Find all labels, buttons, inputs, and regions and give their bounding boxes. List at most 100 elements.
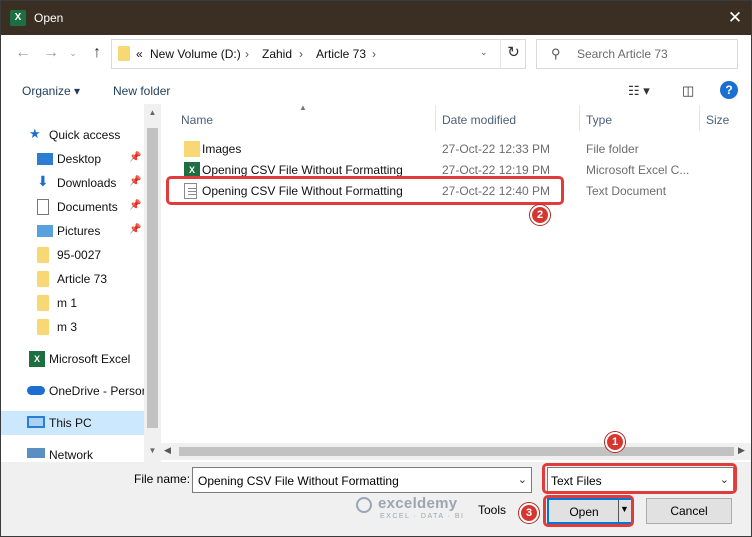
scroll-thumb[interactable] bbox=[179, 447, 734, 456]
nav-label: OneDrive - Persor bbox=[49, 384, 144, 398]
nav-onedrive[interactable]: OneDrive - Persor bbox=[1, 379, 144, 403]
close-icon[interactable]: ✕ bbox=[723, 6, 747, 30]
column-divider[interactable] bbox=[435, 105, 436, 131]
breadcrumb-separator: › bbox=[299, 47, 303, 61]
search-icon: ⚲ bbox=[551, 46, 561, 61]
highlight-text-file bbox=[166, 176, 564, 205]
search-placeholder: Search Article 73 bbox=[577, 47, 668, 61]
pictures-icon bbox=[37, 225, 53, 237]
scroll-down-icon[interactable]: ▼ bbox=[144, 446, 161, 455]
highlight-open bbox=[543, 495, 634, 527]
preview-pane-icon[interactable]: ◫ bbox=[682, 83, 694, 99]
nav-label: This PC bbox=[49, 416, 92, 430]
title-bar: X Open ✕ bbox=[1, 1, 751, 35]
nav-documents[interactable]: Documents 📌 bbox=[1, 195, 144, 219]
nav-microsoft-excel[interactable]: X Microsoft Excel bbox=[1, 347, 144, 371]
file-row[interactable]: Images 27-Oct-22 12:33 PM File folder bbox=[164, 138, 744, 159]
file-type: File folder bbox=[586, 142, 639, 156]
open-dialog: X Open ✕ ← → ⌄ ↑ « New Volume (D:) › Zah… bbox=[0, 0, 752, 537]
excel-app-icon: X bbox=[10, 10, 26, 26]
chevron-down-icon[interactable]: ⌄ bbox=[518, 473, 527, 486]
nav-label: Desktop bbox=[57, 152, 102, 166]
nav-label: Microsoft Excel bbox=[49, 352, 131, 366]
step-badge-2: 2 bbox=[530, 205, 550, 225]
column-header-date[interactable]: Date modified bbox=[442, 113, 516, 127]
folder-icon bbox=[118, 46, 130, 61]
pin-icon[interactable]: 📌 bbox=[129, 152, 141, 163]
nav-desktop[interactable]: Desktop 📌 bbox=[1, 147, 144, 171]
search-input[interactable]: ⚲ Search Article 73 bbox=[536, 39, 738, 69]
nav-folder-95-0027[interactable]: 95-0027 bbox=[1, 243, 144, 267]
file-name: Opening CSV File Without Formatting bbox=[202, 163, 403, 177]
nav-quick-access[interactable]: ★ Quick access bbox=[1, 123, 144, 147]
file-date: 27-Oct-22 12:33 PM bbox=[442, 142, 551, 156]
scroll-thumb[interactable] bbox=[147, 128, 158, 428]
nav-label: m 3 bbox=[57, 320, 78, 334]
nav-this-pc[interactable]: This PC bbox=[1, 411, 144, 435]
file-type: Text Document bbox=[586, 184, 667, 198]
refresh-icon[interactable]: ↻ bbox=[500, 39, 526, 69]
horizontal-scrollbar[interactable]: ◀ ▶ bbox=[161, 443, 751, 460]
column-header-name[interactable]: Name bbox=[181, 113, 213, 127]
organize-button[interactable]: Organize ▾ bbox=[22, 84, 80, 98]
nav-scrollbar[interactable]: ▲ ▼ bbox=[144, 104, 161, 462]
scroll-left-icon[interactable]: ◀ bbox=[164, 445, 171, 456]
breadcrumb-zahid[interactable]: Zahid bbox=[262, 47, 292, 61]
nav-folder-article-73[interactable]: Article 73 bbox=[1, 267, 144, 291]
star-icon: ★ bbox=[29, 126, 41, 141]
address-dropdown-icon[interactable]: ⌄ bbox=[480, 47, 488, 58]
onedrive-icon bbox=[27, 386, 45, 395]
file-type: Microsoft Excel C... bbox=[586, 163, 690, 177]
file-name: Images bbox=[202, 142, 242, 156]
pin-icon[interactable]: 📌 bbox=[129, 200, 141, 211]
nav-downloads[interactable]: ⬇ Downloads 📌 bbox=[1, 171, 144, 195]
column-header-type[interactable]: Type bbox=[586, 113, 612, 127]
cancel-button[interactable]: Cancel bbox=[646, 498, 732, 524]
nav-label: Network bbox=[49, 448, 94, 462]
recent-dropdown-icon[interactable]: ⌄ bbox=[63, 43, 83, 63]
up-arrow-icon[interactable]: ↑ bbox=[87, 43, 107, 63]
help-icon[interactable]: ? bbox=[720, 81, 738, 99]
desktop-icon bbox=[37, 153, 53, 165]
folder-icon bbox=[37, 271, 49, 287]
pc-icon bbox=[27, 416, 45, 428]
folder-icon bbox=[37, 247, 49, 263]
pin-icon[interactable]: 📌 bbox=[129, 176, 141, 187]
highlight-filter bbox=[542, 463, 737, 494]
nav-pictures[interactable]: Pictures 📌 bbox=[1, 219, 144, 243]
scroll-right-icon[interactable]: ▶ bbox=[738, 445, 745, 456]
nav-label: Pictures bbox=[57, 224, 101, 238]
file-name-input[interactable]: Opening CSV File Without Formatting ⌄ bbox=[192, 467, 532, 493]
file-name-label: File name: bbox=[134, 472, 191, 486]
folder-icon bbox=[37, 319, 49, 335]
breadcrumb-drive[interactable]: New Volume (D:) bbox=[150, 47, 241, 61]
nav-label: Article 73 bbox=[57, 272, 108, 286]
forward-arrow-icon[interactable]: → bbox=[41, 43, 61, 63]
nav-label: Documents bbox=[57, 200, 118, 214]
nav-folder-m3[interactable]: m 3 bbox=[1, 315, 144, 339]
documents-icon bbox=[37, 199, 49, 215]
back-arrow-icon[interactable]: ← bbox=[13, 43, 33, 63]
nav-folder-m1[interactable]: m 1 bbox=[1, 291, 144, 315]
scroll-up-icon[interactable]: ▲ bbox=[144, 108, 161, 117]
breadcrumb-overflow[interactable]: « bbox=[136, 47, 143, 61]
download-icon: ⬇ bbox=[37, 173, 49, 189]
breadcrumb-article[interactable]: Article 73 bbox=[316, 47, 366, 61]
watermark-name: exceldemy bbox=[378, 495, 458, 512]
tools-menu[interactable]: Tools bbox=[478, 503, 506, 517]
new-folder-button[interactable]: New folder bbox=[113, 84, 170, 98]
sort-ascending-icon: ▲ bbox=[299, 103, 307, 112]
view-options-icon[interactable]: ☷ ▾ bbox=[628, 83, 650, 99]
column-header-size[interactable]: Size bbox=[706, 113, 729, 127]
breadcrumb-separator: › bbox=[245, 47, 249, 61]
column-divider[interactable] bbox=[699, 105, 700, 131]
nav-network[interactable]: Network bbox=[1, 443, 144, 462]
nav-label: Quick access bbox=[49, 128, 121, 142]
file-date: 27-Oct-22 12:19 PM bbox=[442, 163, 551, 177]
window-title: Open bbox=[34, 11, 64, 25]
column-divider[interactable] bbox=[579, 105, 580, 131]
pin-icon[interactable]: 📌 bbox=[129, 224, 141, 235]
address-bar[interactable]: « New Volume (D:) › Zahid › Article 73 ›… bbox=[111, 39, 526, 69]
excel-icon: X bbox=[29, 351, 45, 367]
navigation-pane: ★ Quick access Desktop 📌 ⬇ Downloads 📌 D… bbox=[1, 104, 161, 462]
